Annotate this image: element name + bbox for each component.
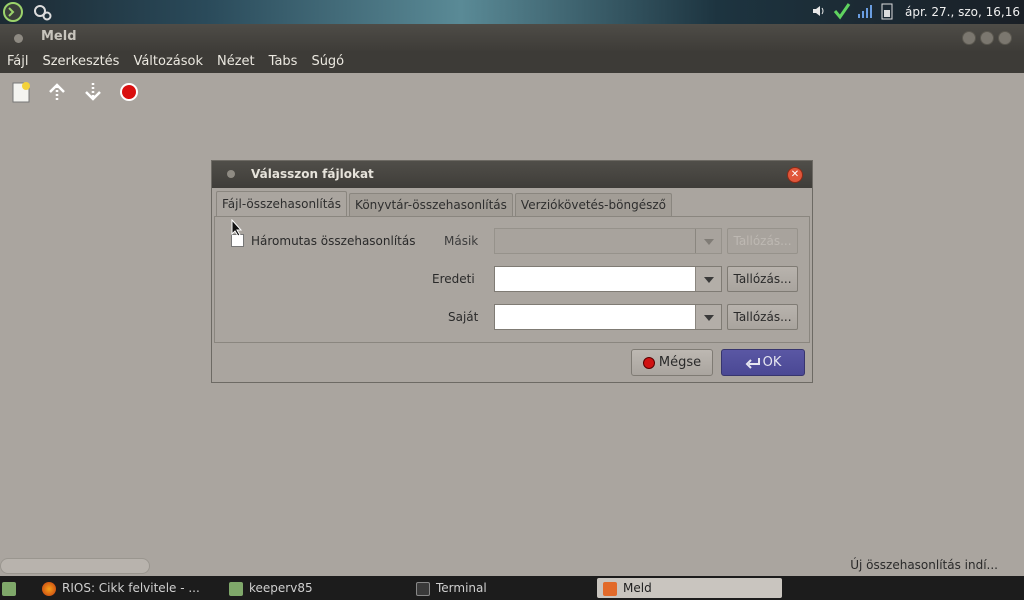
cancel-label: Mégse xyxy=(658,355,702,370)
taskbar-item-meld[interactable]: Meld xyxy=(597,578,782,598)
minimize-button[interactable] xyxy=(962,31,976,45)
network-checkmark-icon[interactable] xyxy=(833,2,851,23)
own-file-row: Saját Tallózás... xyxy=(215,304,809,330)
system-tray: ápr. 27., szo, 16,16 xyxy=(811,0,1020,24)
signal-icon[interactable] xyxy=(857,3,873,22)
dialog-title: Válasszon fájlokat xyxy=(251,167,374,181)
original-file-row: Eredeti Tallózás... xyxy=(215,266,809,292)
terminal-icon xyxy=(416,581,430,596)
original-file-combo[interactable] xyxy=(494,266,722,292)
top-panel: ápr. 27., szo, 16,16 xyxy=(0,0,1024,24)
tab-directory-comparison[interactable]: Könyvtár-összehasonlítás xyxy=(349,193,513,217)
tab-file-comparison[interactable]: Fájl-összehasonlítás xyxy=(216,191,348,217)
statusbar: Új összehasonlítás indí... xyxy=(0,556,1024,576)
own-file-label: Saját xyxy=(448,310,479,324)
new-comparison-button[interactable] xyxy=(6,77,36,107)
other-file-row: Háromutas összehasonlítás Másik Tallózás… xyxy=(215,228,809,254)
arrow-up-icon xyxy=(49,83,65,101)
window-menu-icon[interactable] xyxy=(14,34,23,43)
chevron-down-icon[interactable] xyxy=(695,305,721,329)
menu-help[interactable]: Súgó xyxy=(304,51,351,73)
volume-icon[interactable] xyxy=(811,3,827,22)
maximize-button[interactable] xyxy=(980,31,994,45)
file-comparison-panel: Háromutas összehasonlítás Másik Tallózás… xyxy=(214,216,810,343)
other-file-browse-button[interactable]: Tallózás... xyxy=(727,228,798,254)
firefox-icon xyxy=(42,581,56,596)
clock[interactable]: ápr. 27., szo, 16,16 xyxy=(905,5,1020,19)
arrow-down-icon xyxy=(85,83,101,101)
enter-arrow-icon xyxy=(745,357,760,369)
settings-gears-icon[interactable] xyxy=(33,2,53,22)
status-text: Új összehasonlítás indí... xyxy=(850,558,998,572)
ok-label: OK xyxy=(762,355,782,370)
ok-button[interactable]: OK xyxy=(721,349,805,376)
dialog-titlebar[interactable]: Válasszon fájlokat ✕ xyxy=(212,161,812,188)
folder-icon xyxy=(229,581,243,596)
taskbar: RIOS: Cikk felvitele - ... keeperv85 Ter… xyxy=(0,576,1024,600)
original-file-label: Eredeti xyxy=(432,272,475,286)
original-file-browse-button[interactable]: Tallózás... xyxy=(727,266,798,292)
taskbar-item-terminal[interactable]: Terminal xyxy=(416,578,586,598)
taskbar-item-folder[interactable]: keeperv85 xyxy=(229,578,399,598)
menu-edit[interactable]: Szerkesztés xyxy=(35,51,126,73)
desktop-icon xyxy=(2,581,16,596)
menu-tabs[interactable]: Tabs xyxy=(262,51,305,73)
next-change-button[interactable] xyxy=(78,77,108,107)
window-titlebar[interactable]: Meld xyxy=(0,24,1024,51)
stop-button[interactable] xyxy=(114,77,144,107)
close-window-button[interactable] xyxy=(998,31,1012,45)
menu-file[interactable]: Fájl xyxy=(0,51,35,73)
dialog-tabs: Fájl-összehasonlítás Könyvtár-összehason… xyxy=(216,191,674,217)
other-file-combo[interactable] xyxy=(494,228,722,254)
battery-icon[interactable] xyxy=(879,2,895,23)
menu-changes[interactable]: Változások xyxy=(126,51,210,73)
choose-files-dialog: Válasszon fájlokat ✕ Fájl-összehasonlítá… xyxy=(211,160,813,383)
previous-change-button[interactable] xyxy=(42,77,72,107)
toolbar xyxy=(0,73,1024,111)
menubar: Fájl Szerkesztés Változások Nézet Tabs S… xyxy=(0,51,1024,73)
mint-menu-icon[interactable] xyxy=(3,2,23,22)
mouse-cursor-icon xyxy=(231,219,243,237)
new-document-icon xyxy=(12,82,30,103)
show-desktop-button[interactable] xyxy=(2,578,22,598)
menu-view[interactable]: Nézet xyxy=(210,51,262,73)
taskbar-item-firefox[interactable]: RIOS: Cikk felvitele - ... xyxy=(42,578,212,598)
cancel-button[interactable]: Mégse xyxy=(631,349,713,376)
chevron-down-icon[interactable] xyxy=(695,267,721,291)
other-file-label: Másik xyxy=(444,234,479,248)
dialog-close-button[interactable]: ✕ xyxy=(787,167,803,183)
chevron-down-icon[interactable] xyxy=(695,229,721,253)
window-title: Meld xyxy=(41,29,77,44)
stop-icon xyxy=(120,83,138,101)
meld-icon xyxy=(603,581,617,596)
own-file-combo[interactable] xyxy=(494,304,722,330)
dialog-menu-icon[interactable] xyxy=(227,170,235,178)
own-file-browse-button[interactable]: Tallózás... xyxy=(727,304,798,330)
stop-icon xyxy=(642,356,655,369)
tab-version-control-browser[interactable]: Verziókövetés-böngésző xyxy=(514,193,672,217)
three-way-label[interactable]: Háromutas összehasonlítás xyxy=(251,234,415,248)
horizontal-scrollbar[interactable] xyxy=(0,558,150,574)
